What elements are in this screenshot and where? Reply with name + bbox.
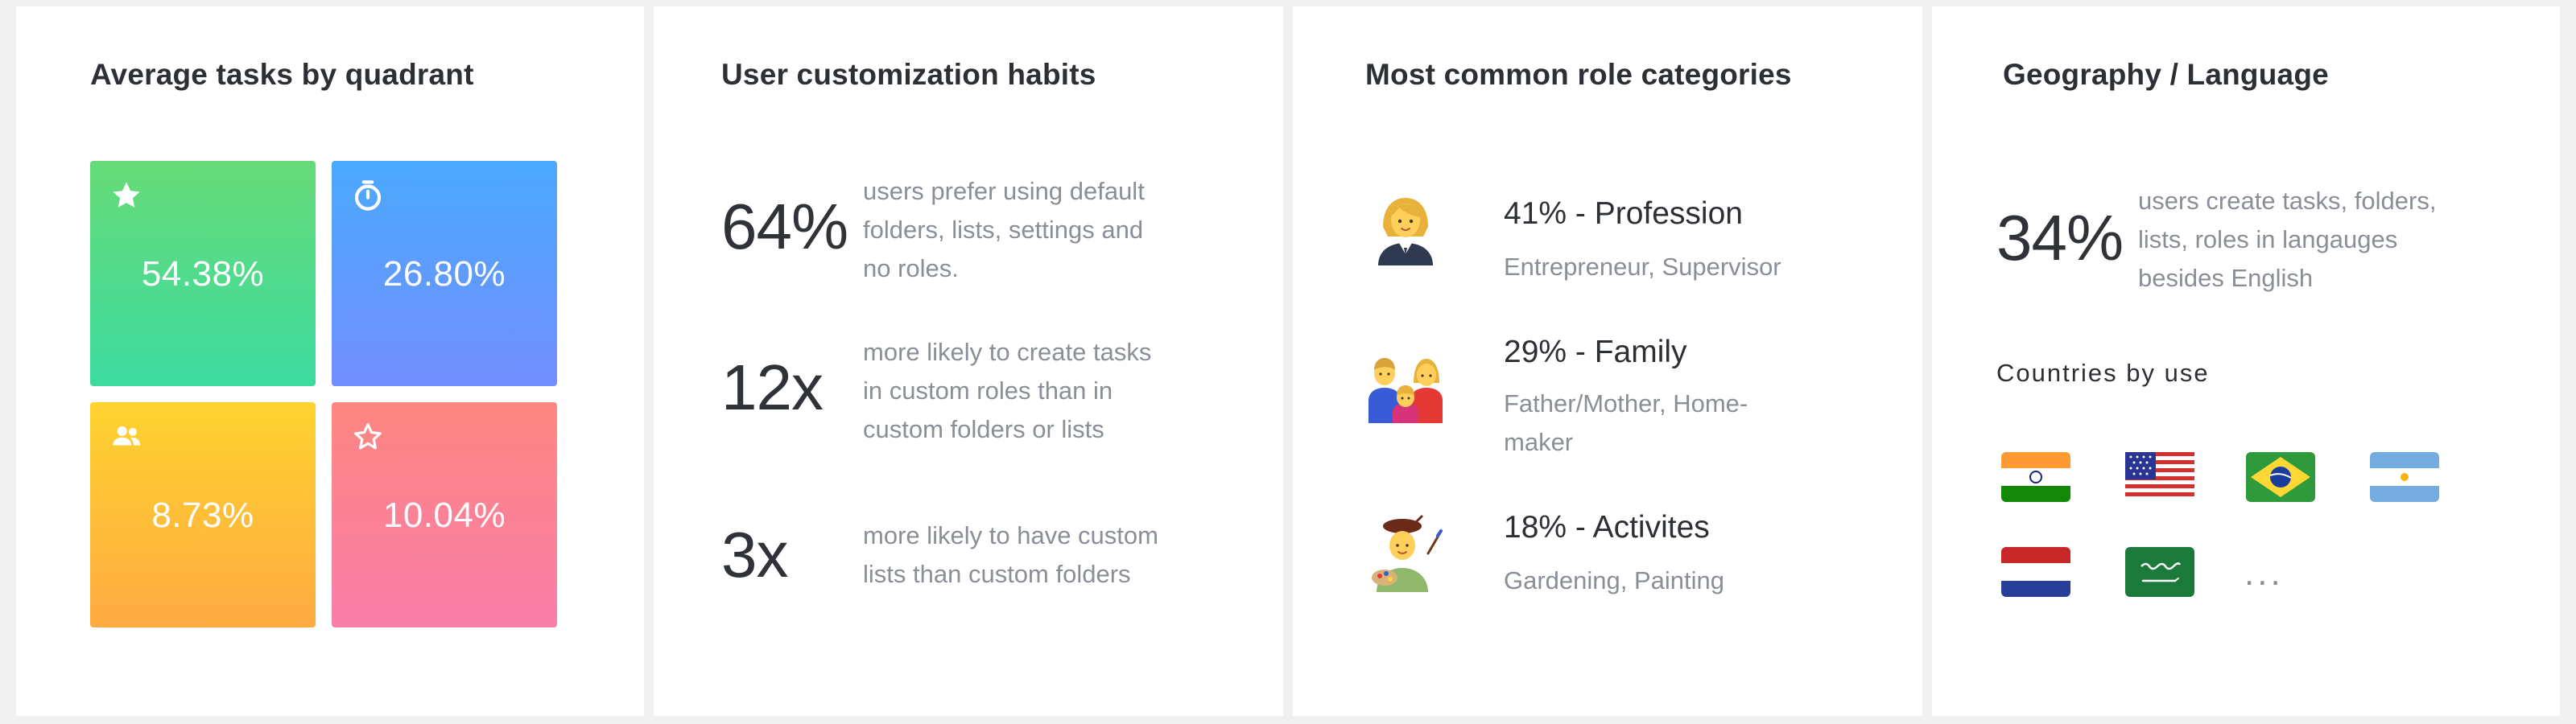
more-countries-indicator: ...: [2244, 553, 2284, 593]
role-subtitle: Gardening, Painting: [1504, 566, 1725, 594]
stat-value: 12x: [721, 352, 824, 423]
quadrant-value: 8.73%: [151, 496, 254, 535]
customization-panel: User customization habits 64% users pref…: [654, 6, 1283, 716]
panel-title: User customization habits: [721, 58, 1096, 91]
stopwatch-icon: [354, 180, 382, 211]
panel-title: Geography / Language: [2003, 58, 2329, 91]
artist-emoji-icon: [1372, 515, 1443, 592]
people-icon: [113, 426, 140, 446]
quadrant-tile-do-first: 54.38%: [90, 161, 316, 386]
role-subtitle: Father/Mother, Home- maker: [1504, 389, 1748, 456]
argentina-flag-icon: [2370, 452, 2439, 502]
india-flag-icon: [2001, 452, 2070, 502]
usa-flag-icon: [2125, 452, 2194, 502]
brazil-flag-icon: [2246, 452, 2315, 502]
role-subtitle: Entrepreneur, Supervisor: [1504, 253, 1781, 281]
stat-value: 3x: [721, 519, 788, 590]
netherlands-flag-icon: [2001, 547, 2070, 597]
quadrant-panel: Average tasks by quadrant 54.38% 26.80% …: [16, 6, 644, 716]
panel-title: Average tasks by quadrant: [90, 58, 474, 91]
panel-title: Most common role categories: [1365, 58, 1792, 91]
quadrant-value: 54.38%: [141, 254, 265, 294]
star-outline-icon: [354, 423, 382, 450]
stat-description: more likely to create tasks in custom ro…: [863, 338, 1152, 443]
star-filled-icon: [113, 182, 140, 208]
quadrant-tile-delegate: 8.73%: [90, 402, 316, 627]
role-title: 18% - Activites: [1504, 510, 1710, 545]
stat-description: more likely to have custom lists than cu…: [863, 521, 1158, 588]
businesswoman-emoji-icon: [1378, 198, 1433, 265]
stat-value: 64%: [721, 191, 848, 262]
role-title: 41% - Profession: [1504, 196, 1743, 231]
roles-panel: Most common role categories 41% - Profes…: [1293, 6, 1922, 716]
role-title: 29% - Family: [1504, 335, 1687, 369]
countries-label: Countries by use: [1996, 359, 2210, 387]
stat-description: users create tasks, folders, lists, role…: [2138, 187, 2437, 292]
geography-panel: Geography / Language 34% users create ta…: [1932, 6, 2560, 716]
stat-value: 34%: [1996, 202, 2124, 274]
quadrant-tile-schedule: 26.80%: [332, 161, 557, 386]
quadrant-value: 26.80%: [382, 254, 506, 294]
stat-description: users prefer using default folders, list…: [863, 177, 1145, 282]
quadrant-value: 10.04%: [382, 496, 506, 535]
family-emoji-icon: [1368, 358, 1443, 423]
quadrant-tile-eliminate: 10.04%: [332, 402, 557, 627]
saudi-arabia-flag-icon: [2125, 547, 2194, 597]
